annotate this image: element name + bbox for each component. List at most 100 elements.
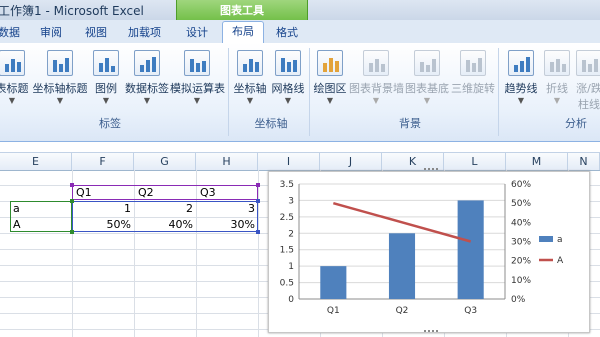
axes-icon	[237, 50, 263, 76]
tab-review[interactable]: 审阅	[40, 24, 62, 41]
3d-rotation-button: 三维旋转	[450, 50, 496, 110]
range-handle[interactable]	[70, 183, 74, 187]
column-header-e[interactable]: E	[0, 153, 72, 170]
y-left-tick-label: 1.5	[280, 246, 294, 256]
gridlines-button[interactable]: 网格线 ▼	[270, 50, 306, 110]
group-label-labels: 标签	[99, 117, 121, 130]
column-header-f[interactable]: F	[72, 153, 134, 170]
cell-g-row1[interactable]: 2	[134, 202, 193, 215]
cell-f-row1[interactable]: 1	[72, 202, 131, 215]
trendline-button[interactable]: 趋势线 ▼	[502, 50, 540, 110]
y-left-tick-label: 0	[288, 295, 294, 305]
y-left-tick-label: 2	[288, 229, 294, 239]
legend-swatch-a	[539, 236, 553, 242]
column-header-j[interactable]: J	[320, 153, 382, 170]
data-table-button[interactable]: 模拟运算表 ▼	[170, 50, 225, 110]
cell-h-header[interactable]: Q3	[200, 186, 216, 199]
column-header-m[interactable]: M	[506, 153, 568, 170]
plot-area-button[interactable]: 绘图区 ▼	[312, 50, 348, 110]
3d-rotation-icon	[460, 50, 486, 76]
cell-f-header[interactable]: Q1	[76, 186, 92, 199]
cell-h-row1[interactable]: 3	[196, 202, 255, 215]
axis-title-icon	[47, 50, 73, 76]
column-header-h[interactable]: H	[196, 153, 258, 170]
tab-data[interactable]: 数据	[0, 24, 20, 41]
up-down-bars-icon	[576, 50, 600, 76]
chart-floor-icon	[414, 50, 440, 76]
up-down-bars-button: 涨/跌 柱线	[574, 50, 600, 111]
x-tick-label: Q2	[396, 306, 409, 316]
chart-tools-label: 图表工具	[220, 4, 264, 17]
cell-h-row2[interactable]: 30%	[196, 218, 255, 231]
series-name-range-highlight	[72, 185, 258, 200]
bar-a-q3	[457, 200, 484, 299]
tab-view[interactable]: 视图	[85, 24, 107, 41]
legend-button[interactable]: 图例 ▼	[90, 50, 122, 110]
group-label-background: 背景	[399, 117, 421, 130]
chart-wall-button: 图表背景墙 ▼	[349, 50, 404, 110]
y-right-tick-label: 50%	[511, 199, 531, 209]
group-label-axes: 坐标轴	[254, 117, 288, 130]
y-right-tick-label: 0%	[511, 295, 526, 305]
y-left-tick-label: 3	[288, 196, 294, 206]
axes-button[interactable]: 坐标轴 ▼	[232, 50, 268, 110]
chart-wall-icon	[363, 50, 389, 76]
group-label-analysis: 分析	[565, 117, 587, 130]
y-right-tick-label: 20%	[511, 257, 531, 267]
tab-layout[interactable]: 布局	[222, 21, 264, 43]
bar-a-q2	[388, 233, 416, 299]
y-left-tick-label: 1	[288, 262, 294, 272]
group-separator	[309, 48, 310, 136]
legend-icon	[93, 50, 119, 76]
chart-resize-handle[interactable]	[424, 330, 438, 336]
cell-g-row2[interactable]: 40%	[134, 218, 193, 231]
y-left-tick-label: 3.5	[280, 180, 294, 190]
cell-e-row2[interactable]: A	[13, 218, 21, 231]
window-title: 工作簿1 - Microsoft Excel	[0, 4, 144, 18]
y-left-tick-label: 2.5	[280, 213, 294, 223]
chart-tools-context-group: 图表工具	[176, 0, 308, 21]
y-right-tick-label: 40%	[511, 218, 531, 228]
chart-resize-handle[interactable]	[424, 168, 438, 174]
legend-label-a: a	[557, 235, 563, 245]
range-handle[interactable]	[256, 230, 260, 234]
data-table-icon	[184, 50, 210, 76]
column-header-l[interactable]: L	[444, 153, 506, 170]
chart-floor-button: 图表基底 ▼	[404, 50, 450, 110]
y-left-tick-label: 0.5	[280, 279, 294, 289]
cell-g-header[interactable]: Q2	[138, 186, 154, 199]
data-labels-icon	[134, 50, 160, 76]
gridlines-icon	[275, 50, 301, 76]
group-separator	[498, 48, 499, 136]
trendline-icon	[508, 50, 534, 76]
grid-line	[258, 170, 259, 337]
legend-label-a-upper: A	[557, 256, 564, 266]
y-right-tick-label: 60%	[511, 180, 531, 190]
x-tick-label: Q1	[327, 306, 340, 316]
group-separator	[228, 48, 229, 136]
y-right-tick-label: 10%	[511, 276, 531, 286]
plot-area-icon	[317, 50, 343, 76]
column-header-n[interactable]: N	[568, 153, 600, 170]
chart-title-button[interactable]: 表标题 ▼	[0, 50, 32, 110]
y-right-tick-label: 30%	[511, 238, 531, 248]
embedded-chart[interactable]: 0 0.5 1 1.5 2 2.5 3 3.5 0% 10% 20% 30% 40% 50% 60% Q1 Q2…	[268, 171, 590, 333]
chart-title-icon	[0, 50, 25, 76]
lines-button: 折线 ▼	[542, 50, 572, 110]
x-tick-label: Q3	[464, 306, 477, 316]
data-labels-button[interactable]: 数据标签 ▼	[123, 50, 171, 110]
tab-design[interactable]: 设计	[186, 24, 208, 41]
tab-addins[interactable]: 加载项	[128, 24, 161, 41]
bar-a-q1	[320, 266, 347, 299]
bars-label: 柱线	[578, 98, 600, 111]
axis-title-button[interactable]: 坐标轴标题 ▼	[32, 50, 88, 110]
chart-canvas: 0 0.5 1 1.5 2 2.5 3 3.5 0% 10% 20% 30% 40% 50% 60% Q1 Q2…	[280, 180, 564, 316]
range-handle[interactable]	[256, 199, 260, 203]
tab-format[interactable]: 格式	[276, 24, 298, 41]
lines-icon	[544, 50, 570, 76]
range-handle[interactable]	[256, 183, 260, 187]
column-header-g[interactable]: G	[134, 153, 196, 170]
column-header-i[interactable]: I	[258, 153, 320, 170]
cell-e-row1[interactable]: a	[13, 202, 20, 215]
cell-f-row2[interactable]: 50%	[72, 218, 131, 231]
